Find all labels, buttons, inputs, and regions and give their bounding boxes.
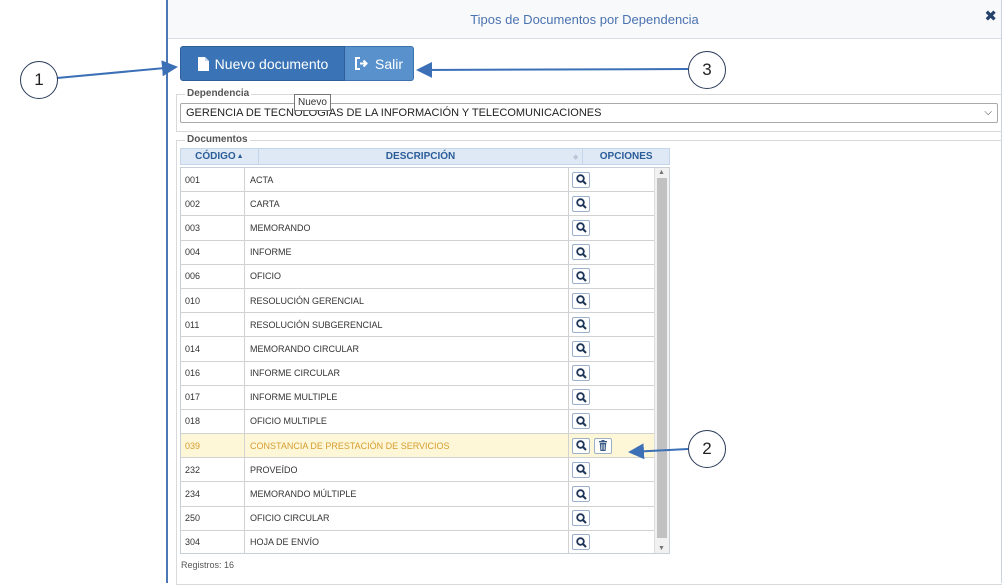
callout-1: 1 <box>20 61 58 99</box>
arrow-1 <box>56 60 178 79</box>
arrow-3 <box>416 61 689 78</box>
callout-3: 3 <box>688 51 726 89</box>
arrow-2 <box>628 443 689 460</box>
callout-2: 2 <box>688 430 726 468</box>
annotation-arrows <box>56 60 689 460</box>
